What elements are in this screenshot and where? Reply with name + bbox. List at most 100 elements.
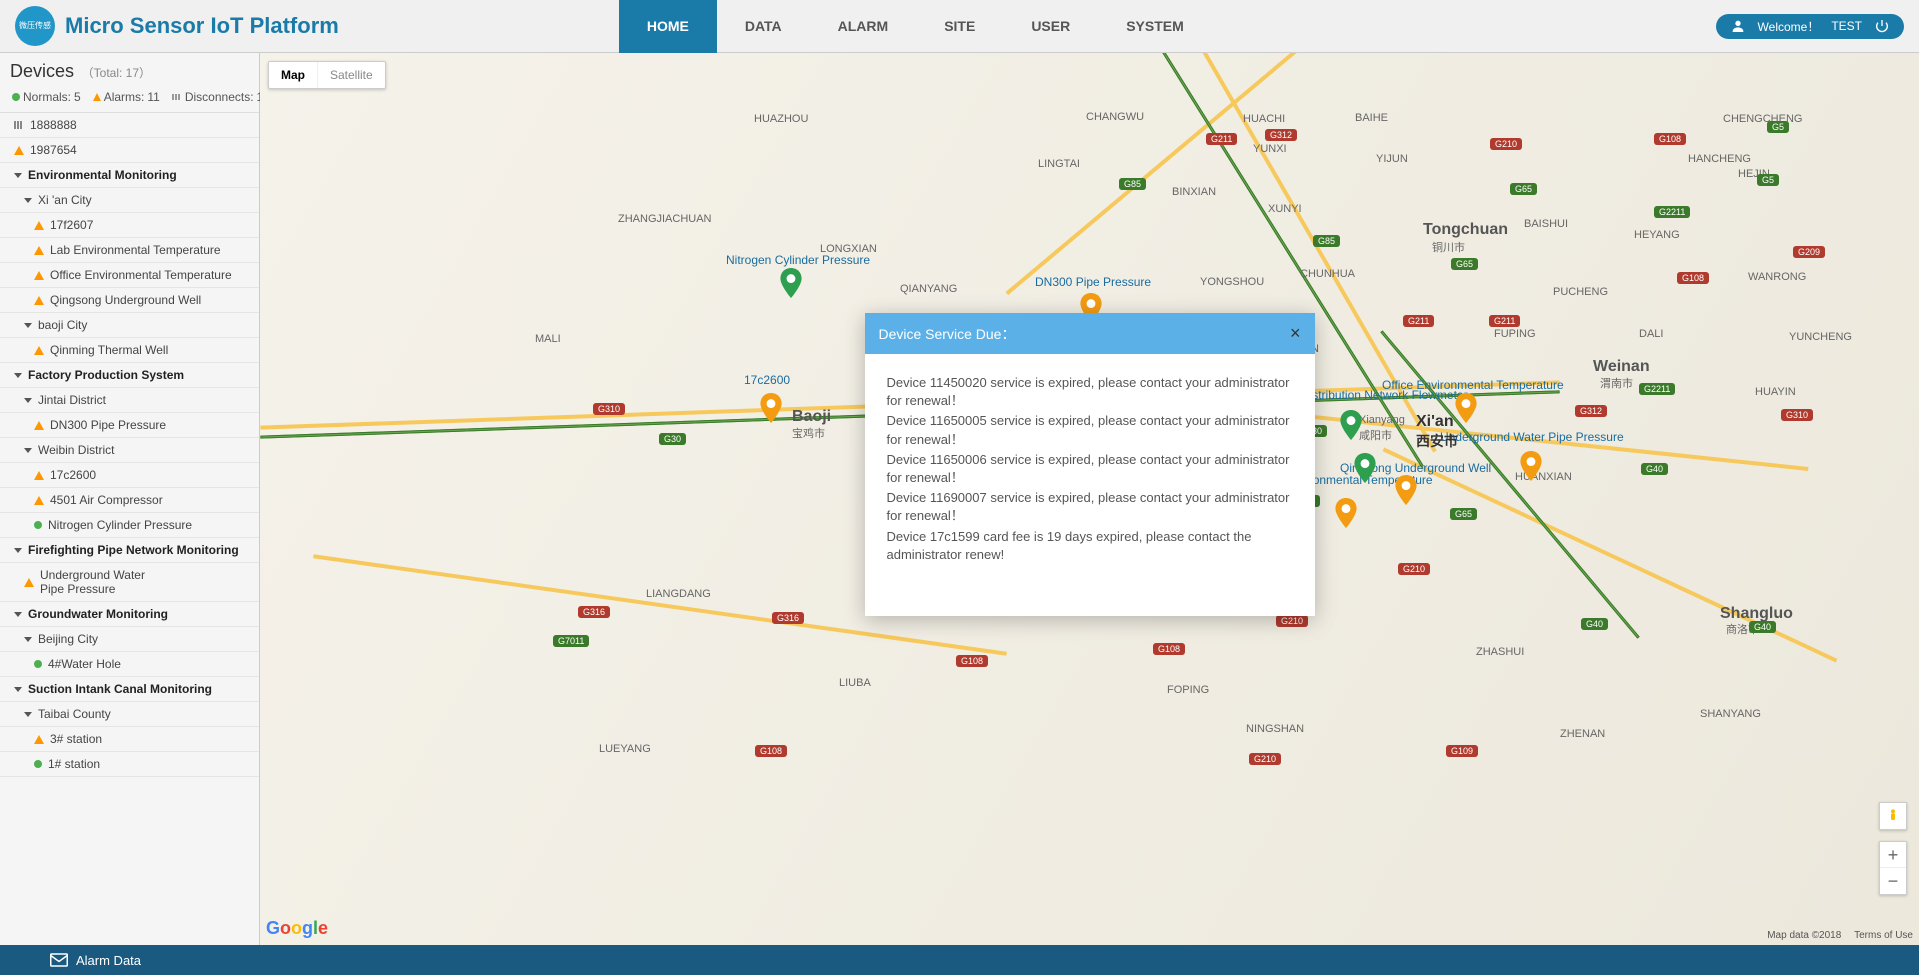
tree-item[interactable]: Factory Production System xyxy=(0,363,259,388)
nav-data[interactable]: DATA xyxy=(717,0,810,53)
zoom-in[interactable]: + xyxy=(1880,842,1906,868)
map-pin[interactable] xyxy=(760,393,782,423)
road-shield: G312 xyxy=(1265,129,1297,141)
modal-title: Device Service Due： xyxy=(879,324,1016,344)
disconnect-icon xyxy=(172,94,182,100)
tree-item[interactable]: DN300 Pipe Pressure xyxy=(0,413,259,438)
zoom-control: + − xyxy=(1879,841,1907,895)
map-type-toggle[interactable]: Map Satellite xyxy=(268,61,386,89)
device-map-label[interactable]: Nitrogen Cylinder Pressure xyxy=(726,253,870,267)
map-pin[interactable] xyxy=(1335,498,1357,528)
service-due-modal: Device Service Due： × Device 11450020 se… xyxy=(865,313,1315,616)
device-map-label[interactable]: DN300 Pipe Pressure xyxy=(1035,275,1151,289)
map-pin[interactable] xyxy=(1340,410,1362,440)
place-label: 宝鸡市 xyxy=(792,425,825,441)
tree-item[interactable]: Qingsong Underground Well xyxy=(0,288,259,313)
map[interactable]: Map Satellite HUAZHOUCHANGWULINGTAIYUNXI… xyxy=(260,53,1919,945)
zoom-out[interactable]: − xyxy=(1880,868,1906,894)
map-pin[interactable] xyxy=(1354,453,1376,483)
road-shield: G65 xyxy=(1450,508,1477,520)
pegman-icon xyxy=(1885,807,1901,825)
tree-item[interactable]: 4#Water Hole xyxy=(0,652,259,677)
tree-item[interactable]: Xi 'an City xyxy=(0,188,259,213)
tree-item[interactable]: 1987654 xyxy=(0,138,259,163)
place-label: HANCHENG xyxy=(1688,153,1751,165)
tree-item-label: Weibin District xyxy=(38,443,114,457)
nav-user[interactable]: USER xyxy=(1003,0,1098,53)
tree-item[interactable]: 17f2607 xyxy=(0,213,259,238)
tree-item-label: DN300 Pipe Pressure xyxy=(50,418,166,432)
device-map-label[interactable]: 17c2600 xyxy=(744,373,790,387)
place-label: BAIHE xyxy=(1355,112,1388,124)
place-label: SHANYANG xyxy=(1700,708,1761,720)
road-shield: G2211 xyxy=(1654,206,1690,218)
tree-item[interactable]: Suction Intank Canal Monitoring xyxy=(0,677,259,702)
terms-link[interactable]: Terms of Use xyxy=(1854,930,1913,941)
place-label: PUCHENG xyxy=(1553,286,1608,298)
status-disconnects: Disconnects: 1 xyxy=(172,90,263,104)
tree-item-label: Environmental Monitoring xyxy=(28,168,177,182)
nav-system[interactable]: SYSTEM xyxy=(1098,0,1212,53)
tree-item[interactable]: 3# station xyxy=(0,727,259,752)
place-label: CHENGCHENG xyxy=(1723,113,1802,125)
tree-item[interactable]: Environmental Monitoring xyxy=(0,163,259,188)
place-label: YUNCHENG xyxy=(1789,331,1852,343)
map-type-satellite[interactable]: Satellite xyxy=(317,62,385,88)
tree-item[interactable]: Qinming Thermal Well xyxy=(0,338,259,363)
tree-item[interactable]: Jintai District xyxy=(0,388,259,413)
device-map-label[interactable]: Underground Water Pipe Pressure xyxy=(1440,430,1624,444)
map-pin[interactable] xyxy=(1455,393,1477,423)
chevron-down-icon xyxy=(14,687,22,692)
road-shield: G7011 xyxy=(553,635,589,647)
map-attribution: Map data ©2018 Terms of Use xyxy=(1757,930,1913,941)
road-shield: G316 xyxy=(578,606,610,618)
tree-item[interactable]: Firefighting Pipe Network Monitoring xyxy=(0,538,259,563)
tree-item[interactable]: Groundwater Monitoring xyxy=(0,602,259,627)
road-shield: G108 xyxy=(1654,133,1686,145)
road-shield: G85 xyxy=(1313,235,1340,247)
map-pin[interactable] xyxy=(1395,475,1417,505)
normal-icon xyxy=(34,760,42,768)
footer-label[interactable]: Alarm Data xyxy=(76,953,141,968)
device-tree[interactable]: 1888888 1987654 Environmental Monitoring Xi… xyxy=(0,112,259,945)
chevron-down-icon xyxy=(24,323,32,328)
close-icon[interactable]: × xyxy=(1290,323,1301,344)
tree-item[interactable]: 1888888 xyxy=(0,113,259,138)
place-label: ZHENAN xyxy=(1560,728,1605,740)
tree-item[interactable]: Beijing City xyxy=(0,627,259,652)
map-pin[interactable] xyxy=(780,268,802,298)
tree-item-label: baoji City xyxy=(38,318,87,332)
tree-item[interactable]: Taibai County xyxy=(0,702,259,727)
map-pin[interactable] xyxy=(1520,451,1542,481)
tree-item[interactable]: Office Environmental Temperature xyxy=(0,263,259,288)
tree-item-label: 3# station xyxy=(50,732,102,746)
tree-item[interactable]: Nitrogen Cylinder Pressure xyxy=(0,513,259,538)
tree-item-label: 1888888 xyxy=(30,118,77,132)
nav-site[interactable]: SITE xyxy=(916,0,1003,53)
place-label: LIANGDANG xyxy=(646,588,711,600)
tree-item-label: Groundwater Monitoring xyxy=(28,607,168,621)
header: 微压传感 Micro Sensor IoT Platform HOMEDATAA… xyxy=(0,0,1919,53)
nav-home[interactable]: HOME xyxy=(619,0,717,53)
signal-icon xyxy=(14,121,24,129)
tree-item-label: Lab Environmental Temperature xyxy=(50,243,221,257)
tree-item[interactable]: baoji City xyxy=(0,313,259,338)
map-type-map[interactable]: Map xyxy=(269,62,317,88)
welcome-text: Welcome！ xyxy=(1758,18,1820,35)
logo-icon: 微压传感 xyxy=(15,6,55,46)
tree-item-label: Xi 'an City xyxy=(38,193,92,207)
tree-item-label: Firefighting Pipe Network Monitoring xyxy=(28,543,239,557)
alarm-icon xyxy=(34,421,44,430)
nav-alarm[interactable]: ALARM xyxy=(810,0,917,53)
chevron-down-icon xyxy=(24,712,32,717)
main-nav: HOMEDATAALARMSITEUSERSYSTEM xyxy=(619,0,1212,53)
tree-item[interactable]: Underground WaterPipe Pressure xyxy=(0,563,259,602)
tree-item[interactable]: 1# station xyxy=(0,752,259,777)
power-icon[interactable] xyxy=(1874,18,1890,34)
tree-item[interactable]: 17c2600 xyxy=(0,463,259,488)
tree-item[interactable]: 4501 Air Compressor xyxy=(0,488,259,513)
tree-item[interactable]: Lab Environmental Temperature xyxy=(0,238,259,263)
tree-item[interactable]: Weibin District xyxy=(0,438,259,463)
tree-item-label: 1987654 xyxy=(30,143,77,157)
pegman[interactable] xyxy=(1879,802,1907,830)
